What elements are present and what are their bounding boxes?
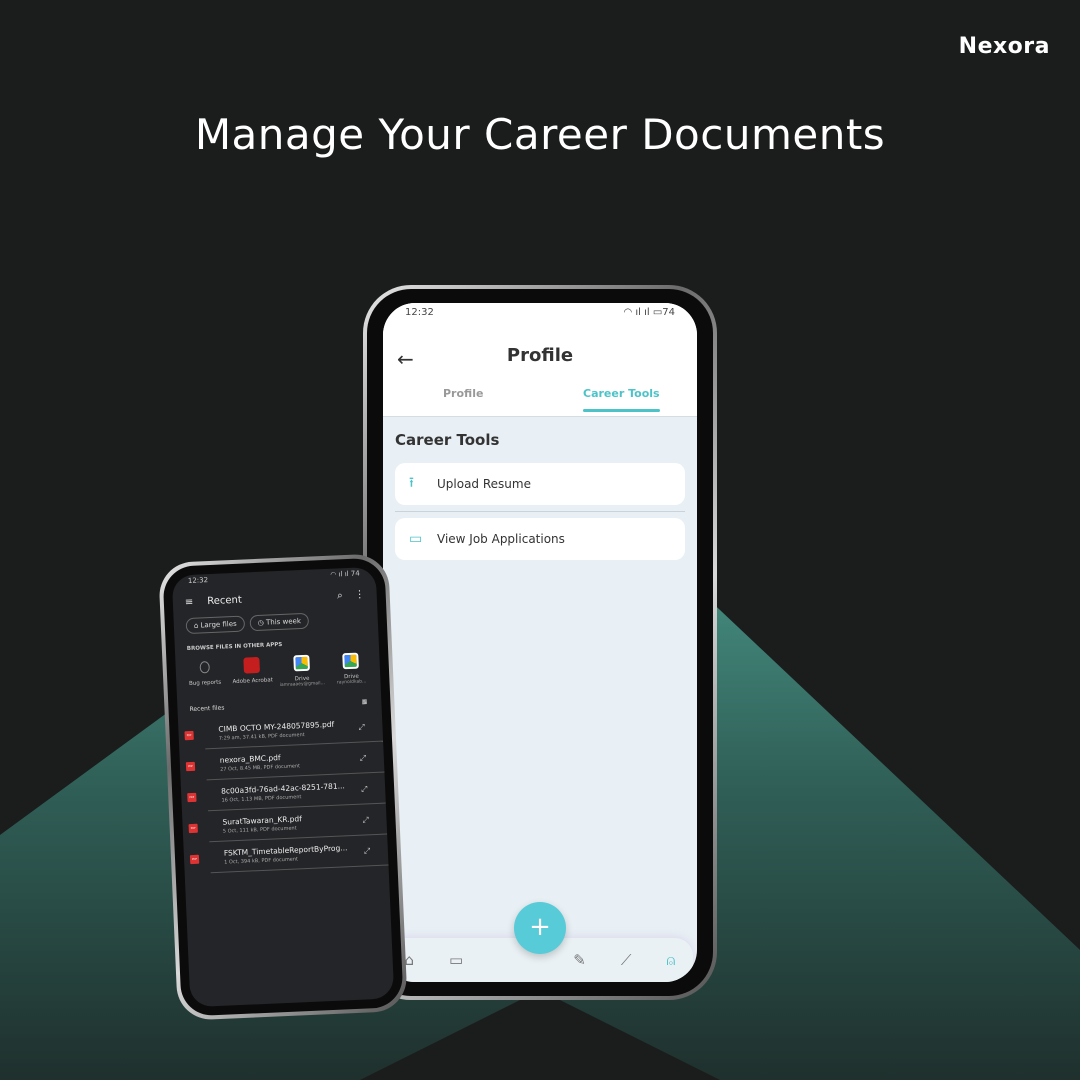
menu-icon[interactable]: ≡ (185, 597, 194, 608)
status-icons: ◠ ıl ıl ▭74 (623, 306, 675, 318)
section-title: Career Tools (395, 431, 500, 449)
app-bug-reports[interactable]: Bug reports (183, 656, 226, 692)
page-title: Recent (206, 594, 243, 608)
app-drive[interactable]: Drive iamraaaey@gmail... (278, 652, 325, 688)
app-drive-2[interactable]: Drive raynoldkab... (330, 650, 373, 686)
headline: Manage Your Career Documents (194, 110, 886, 159)
expand-icon[interactable]: ⤢ (360, 752, 376, 763)
resume-icon[interactable]: ✎ (573, 951, 586, 969)
pdf-icon: PDF (189, 854, 200, 865)
upload-icon: ⭱ (409, 475, 414, 491)
drive-icon (293, 654, 310, 672)
brand-logo: Nexora (958, 34, 1050, 59)
expand-icon[interactable]: ⤢ (362, 814, 378, 825)
recent-files-label: Recent files (189, 704, 225, 713)
pdf-icon: PDF (184, 730, 194, 741)
profile-icon[interactable]: ⍝ (666, 951, 675, 969)
expand-icon[interactable]: ⤢ (361, 783, 377, 794)
grid-view-icon[interactable]: ▦ (362, 698, 368, 705)
status-time: 12:32 (405, 306, 434, 318)
divider (395, 511, 685, 512)
expand-icon[interactable]: ⤢ (358, 721, 374, 732)
tab-career-tools[interactable]: Career Tools (583, 387, 660, 412)
pdf-icon: PDF (185, 761, 196, 772)
search-icon[interactable]: ⌕ (337, 590, 343, 601)
status-bar: 12:32 ◠ ıl ıl ▭74 (383, 303, 697, 321)
upload-resume-button[interactable]: ⭱ Upload Resume (395, 463, 685, 505)
add-button[interactable]: + (514, 902, 566, 954)
item-label: View Job Applications (437, 532, 565, 546)
pdf-icon: PDF (187, 792, 197, 803)
file-row[interactable]: PDF FSKTM_TimetableReportByProg... 1 Oct, … (189, 834, 389, 874)
chip-this-week[interactable]: ◷ This week (249, 612, 310, 632)
more-icon[interactable]: ⋮ (354, 589, 364, 600)
files-phone: 12:32 ◠ ıl ıl 74 ≡ Recent ⌕ ⋮ ⌂ Large files … (158, 553, 408, 1021)
bug-icon (199, 661, 210, 674)
item-label: Upload Resume (437, 477, 531, 491)
tab-profile[interactable]: Profile (443, 387, 483, 400)
app-adobe-acrobat[interactable]: Adobe Acrobat (231, 654, 274, 690)
view-job-applications-button[interactable]: ▭ View Job Applications (395, 518, 685, 560)
expand-icon[interactable]: ⤢ (364, 845, 380, 856)
status-time: 12:32 (187, 576, 209, 585)
acrobat-icon (243, 656, 261, 674)
trending-icon[interactable]: ⟋ (621, 951, 632, 969)
page-title: Profile (506, 345, 574, 366)
briefcase-icon: ▭ (409, 531, 423, 547)
main-phone: 12:32 ◠ ıl ıl ▭74 ← Profile Profile Caree… (363, 285, 717, 1000)
briefcase-icon[interactable]: ▭ (449, 951, 463, 969)
chip-large-files[interactable]: ⌂ Large files (185, 615, 246, 635)
drive-icon (342, 652, 360, 670)
pdf-icon: PDF (188, 823, 198, 834)
